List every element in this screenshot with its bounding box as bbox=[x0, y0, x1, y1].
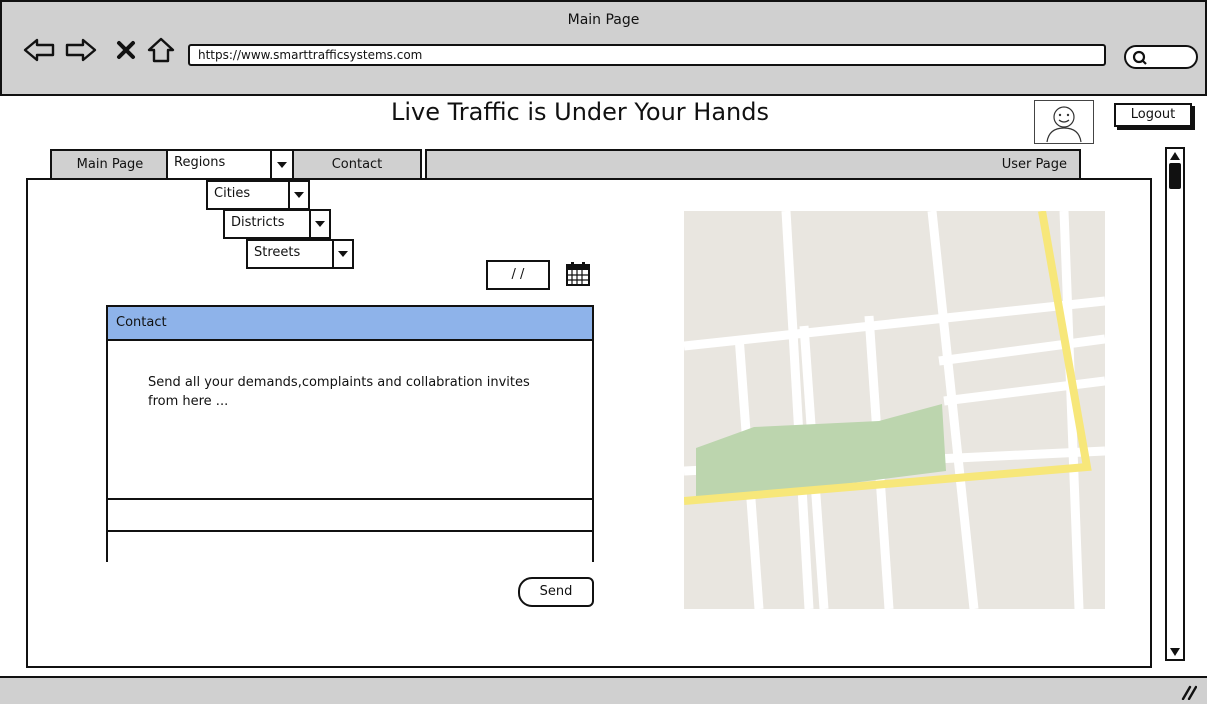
tab-contact-label: Contact bbox=[331, 157, 383, 172]
vertical-scrollbar[interactable] bbox=[1165, 147, 1185, 661]
page-title: Live Traffic is Under Your Hands bbox=[390, 98, 769, 126]
contact-description: Send all your demands,complaints and col… bbox=[148, 375, 530, 409]
avatar bbox=[1034, 100, 1094, 144]
forward-arrow-icon[interactable] bbox=[64, 36, 98, 64]
contact-input-1[interactable] bbox=[108, 498, 592, 530]
districts-dropdown[interactable]: Districts bbox=[223, 209, 331, 239]
stop-icon[interactable] bbox=[114, 36, 138, 64]
streets-label: Streets bbox=[254, 245, 301, 260]
back-arrow-icon[interactable] bbox=[22, 36, 56, 64]
resize-grip-icon[interactable] bbox=[1179, 684, 1197, 700]
tab-contact[interactable]: Contact bbox=[292, 149, 422, 180]
scrollbar-thumb[interactable] bbox=[1169, 163, 1181, 189]
user-avatar-icon bbox=[1046, 106, 1082, 143]
url-input[interactable]: https://www.smarttrafficsystems.com bbox=[188, 44, 1106, 66]
contact-input-2[interactable] bbox=[108, 530, 592, 562]
status-bar bbox=[0, 676, 1207, 704]
tab-user-page[interactable]: User Page bbox=[425, 149, 1081, 180]
chevron-down-icon bbox=[288, 182, 308, 208]
chevron-down-icon bbox=[270, 151, 292, 178]
send-button[interactable]: Send bbox=[518, 577, 594, 607]
search-icon bbox=[1132, 50, 1147, 65]
scroll-down-icon[interactable] bbox=[1169, 647, 1181, 657]
districts-label: Districts bbox=[231, 215, 285, 230]
search-box[interactable] bbox=[1124, 45, 1198, 69]
tab-main-page-label: Main Page bbox=[76, 157, 144, 172]
contact-panel-title: Contact bbox=[108, 307, 592, 341]
tab-user-page-label: User Page bbox=[1001, 157, 1067, 172]
window-title: Main Page bbox=[567, 12, 640, 28]
chevron-down-icon bbox=[332, 241, 352, 267]
logout-button[interactable]: Logout bbox=[1114, 103, 1192, 127]
scroll-up-icon[interactable] bbox=[1169, 151, 1181, 161]
cities-dropdown[interactable]: Cities bbox=[206, 180, 310, 210]
contact-panel: Contact Send all your demands,complaints… bbox=[106, 305, 594, 562]
tab-main-page[interactable]: Main Page bbox=[50, 149, 170, 180]
tab-regions-label: Regions bbox=[174, 155, 226, 170]
home-icon[interactable] bbox=[144, 36, 178, 64]
chevron-down-icon bbox=[309, 211, 329, 237]
traffic-map[interactable] bbox=[683, 210, 1106, 610]
calendar-icon[interactable] bbox=[564, 260, 592, 288]
date-input[interactable]: / / bbox=[486, 260, 550, 290]
tab-regions-dropdown[interactable]: Regions bbox=[166, 149, 294, 180]
cities-label: Cities bbox=[214, 186, 251, 201]
streets-dropdown[interactable]: Streets bbox=[246, 239, 354, 269]
